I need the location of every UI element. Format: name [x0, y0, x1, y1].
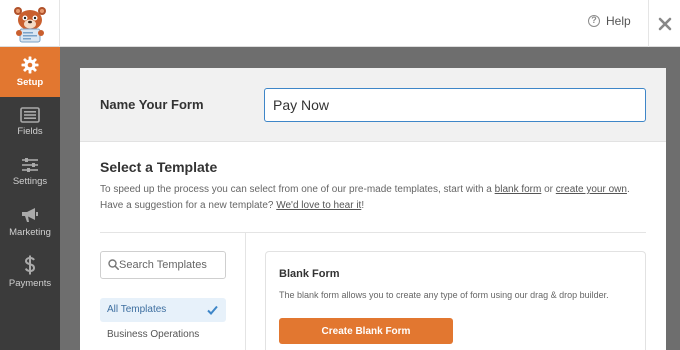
blank-form-link[interactable]: blank form	[495, 184, 542, 195]
template-card-title: Blank Form	[279, 268, 340, 280]
template-search[interactable]	[100, 251, 226, 279]
close-button[interactable]	[648, 0, 680, 47]
category-label: Business Operations	[107, 329, 200, 340]
builder-sidebar: Setup Fields Settings Marketing Payments	[0, 47, 60, 350]
checkmark-icon	[207, 305, 218, 315]
sidebar-item-label: Marketing	[9, 227, 51, 238]
help-circle-icon: ?	[588, 15, 600, 27]
sidebar-item-payments[interactable]: Payments	[0, 247, 60, 297]
sidebar-item-label: Fields	[17, 126, 43, 137]
sidebar-item-fields[interactable]: Fields	[0, 97, 60, 147]
dollar-icon	[24, 255, 36, 275]
suggest-template-link[interactable]: We'd love to hear it	[276, 200, 361, 211]
template-card-description: The blank form allows you to create any …	[279, 290, 609, 300]
bear-mascot-icon	[14, 7, 46, 43]
template-description: To speed up the process you can select f…	[100, 182, 654, 214]
form-name-input[interactable]	[264, 88, 646, 122]
desc-text: !	[361, 200, 365, 211]
gear-icon	[21, 56, 39, 74]
help-link[interactable]: ? Help	[588, 14, 631, 28]
sidebar-item-marketing[interactable]: Marketing	[0, 197, 60, 247]
form-name-label: Name Your Form	[100, 97, 204, 112]
create-blank-form-button[interactable]: Create Blank Form	[279, 318, 453, 344]
sidebar-item-label: Setup	[16, 77, 44, 88]
divider	[245, 232, 246, 350]
create-your-own-link[interactable]: create your own	[556, 184, 627, 195]
category-label: All Templates	[107, 304, 167, 315]
megaphone-icon	[22, 208, 38, 222]
close-icon	[658, 17, 671, 30]
wpforms-logo	[0, 0, 60, 47]
category-all-templates[interactable]: All Templates	[100, 298, 226, 322]
sidebar-item-label: Payments	[8, 278, 52, 289]
top-bar: ? Help	[0, 0, 680, 47]
category-business-operations[interactable]: Business Operations	[100, 323, 226, 347]
form-name-row: Name Your Form	[80, 68, 666, 142]
fields-list-icon	[20, 107, 40, 123]
search-icon	[108, 259, 119, 270]
sidebar-item-setup[interactable]: Setup	[0, 47, 60, 97]
sliders-icon	[22, 158, 38, 172]
sidebar-item-label: Settings	[12, 176, 48, 187]
help-label: Help	[606, 14, 631, 28]
select-template-heading: Select a Template	[100, 159, 218, 175]
sidebar-item-settings[interactable]: Settings	[0, 147, 60, 197]
divider	[100, 232, 646, 233]
setup-panel: Name Your Form Select a Template To spee…	[80, 68, 666, 350]
search-templates-input[interactable]	[119, 252, 223, 278]
desc-text: To speed up the process you can select f…	[100, 184, 495, 195]
template-card-blank-form: Blank Form The blank form allows you to …	[265, 251, 646, 350]
desc-text: or	[541, 184, 556, 195]
